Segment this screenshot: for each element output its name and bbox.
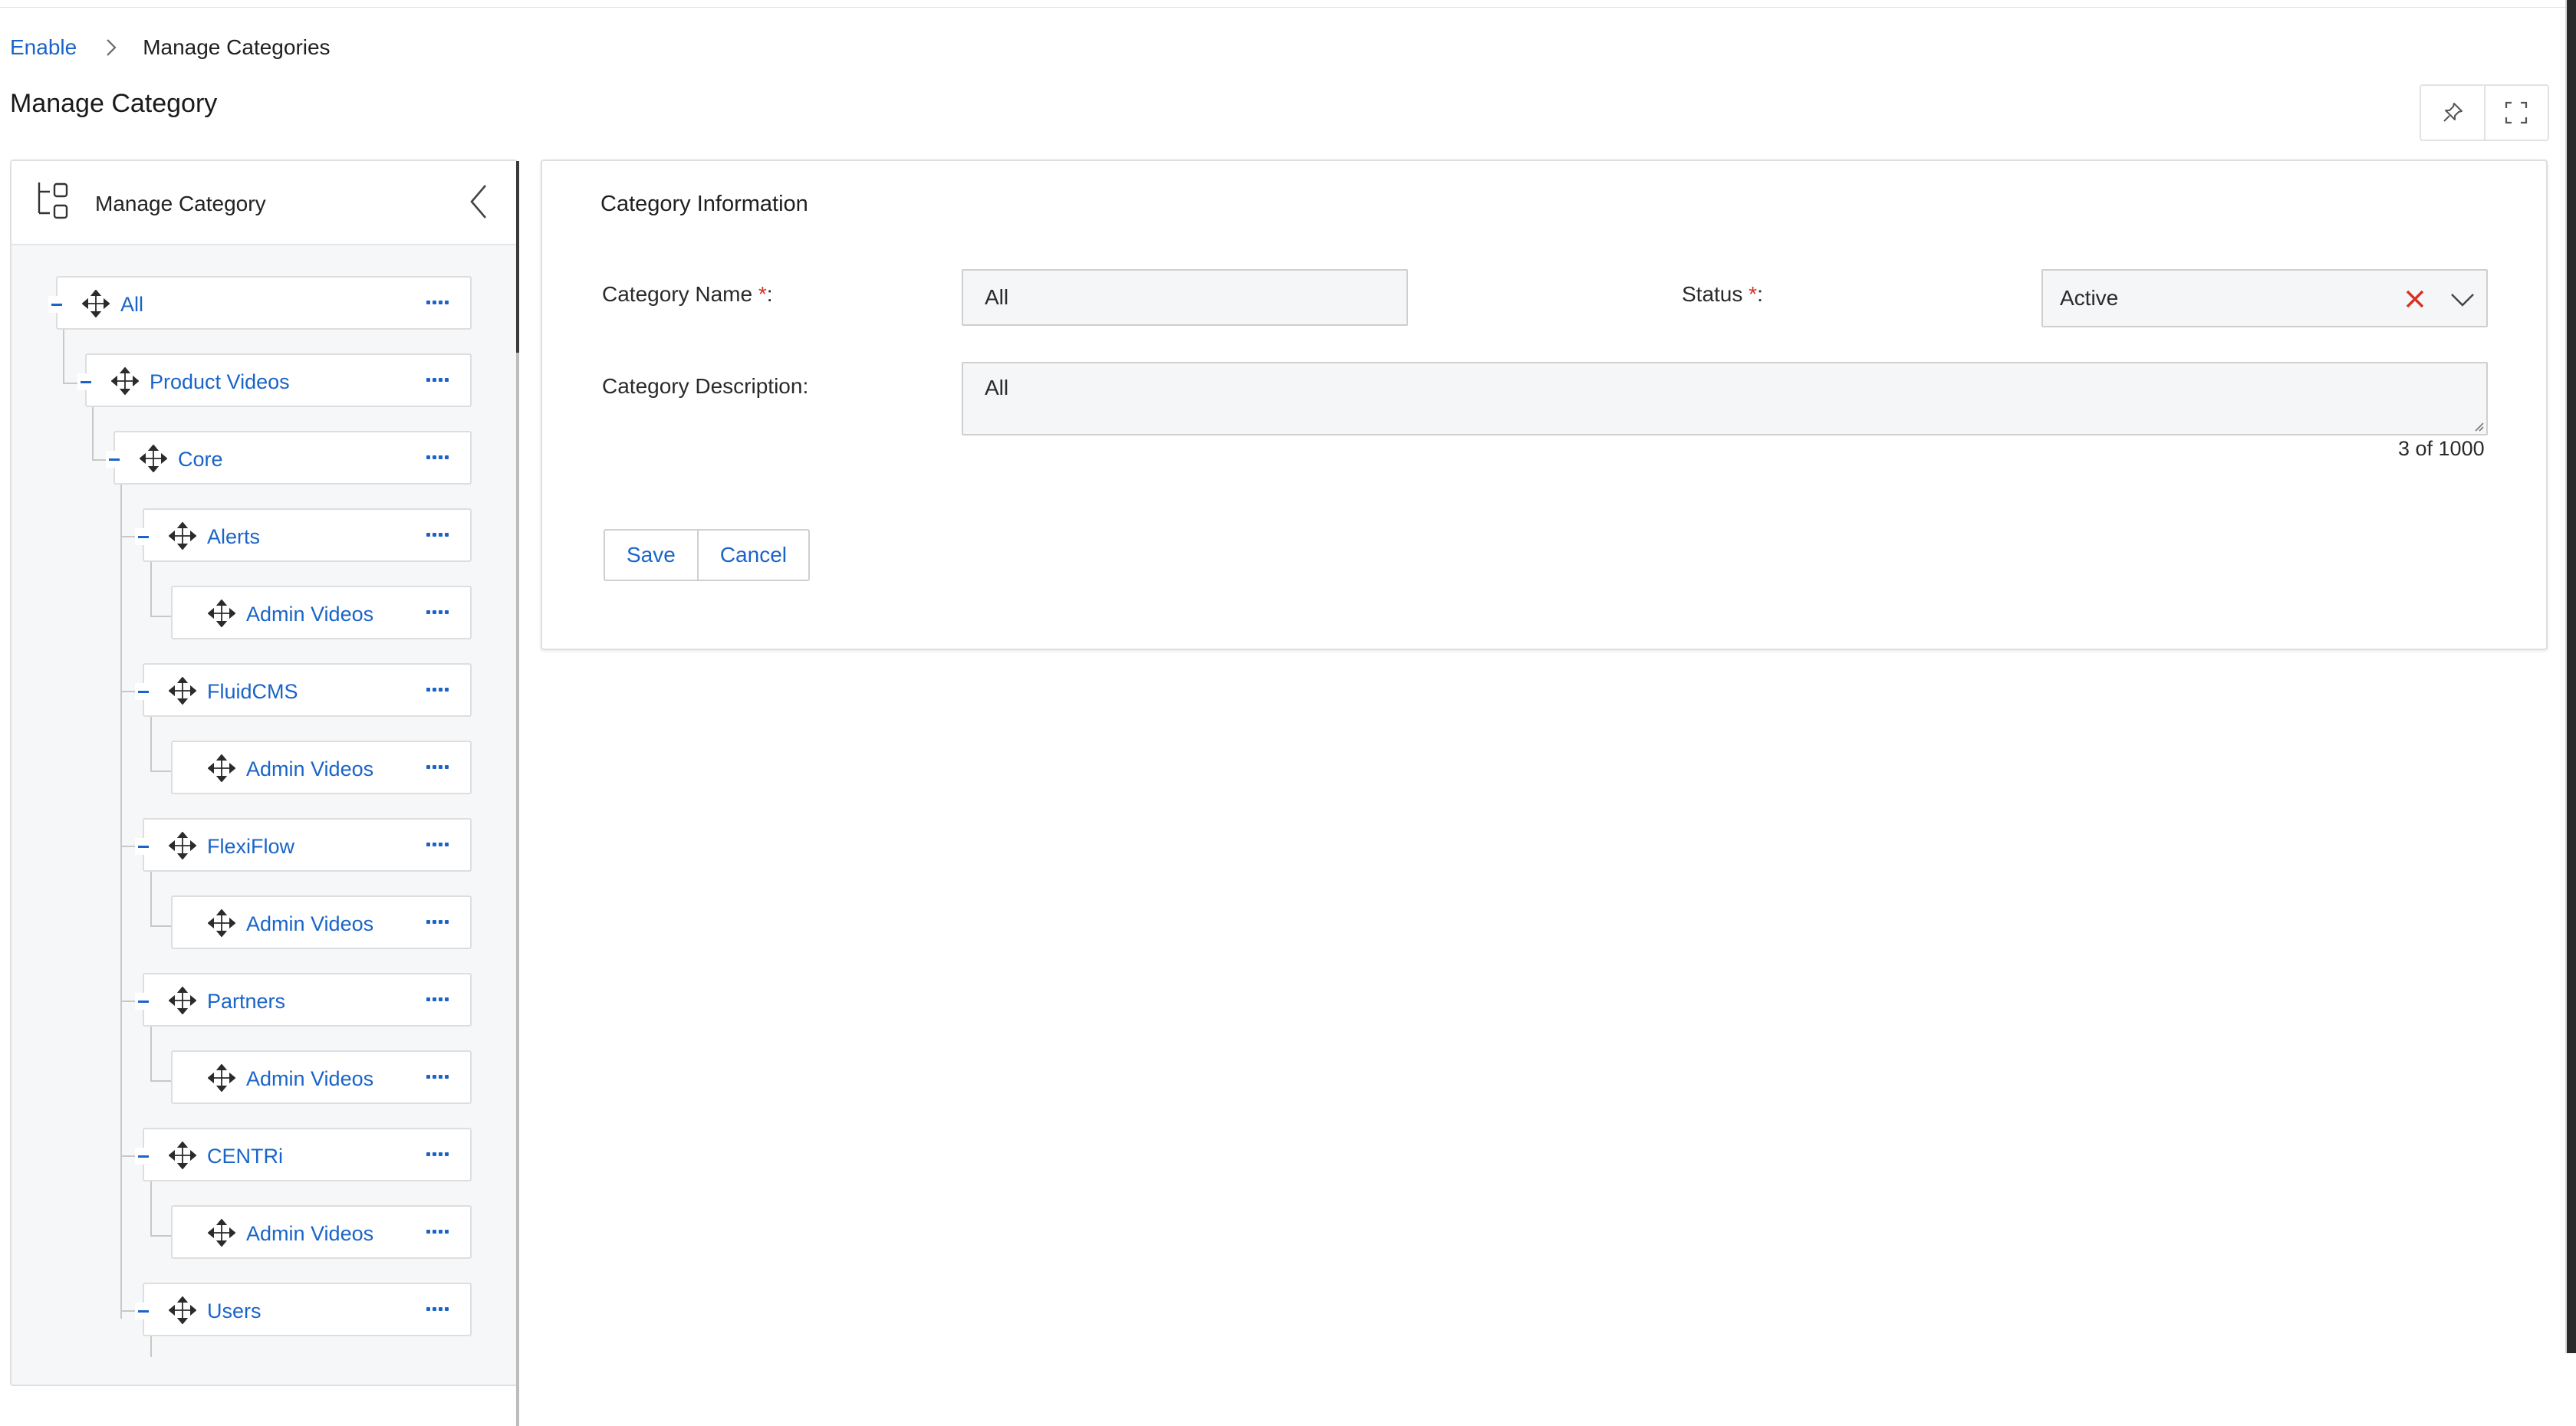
tree-node-label[interactable]: CENTRi — [207, 1145, 283, 1168]
drag-move-icon[interactable] — [208, 754, 235, 782]
drag-move-icon[interactable] — [169, 832, 196, 859]
tree-node[interactable]: CENTRi — [135, 1128, 472, 1181]
collapse-node-icon[interactable] — [135, 528, 152, 545]
tree-node[interactable]: Alerts — [135, 508, 472, 562]
window-scrollbar[interactable] — [2565, 0, 2576, 1353]
tree-node[interactable]: Users — [135, 1283, 472, 1336]
tree-node-label[interactable]: Admin Videos — [246, 1222, 373, 1246]
category-name-input[interactable]: All — [962, 269, 1408, 326]
drag-move-icon[interactable] — [169, 1296, 196, 1324]
resize-grip-icon[interactable] — [2471, 419, 2485, 432]
tree-node-label[interactable]: Product Videos — [150, 370, 290, 394]
breadcrumb-current: Manage Categories — [143, 35, 331, 59]
more-options-icon[interactable] — [426, 1230, 449, 1234]
category-name-value: All — [985, 285, 1009, 309]
drag-move-icon[interactable] — [140, 445, 167, 472]
tree-node-label[interactable]: Users — [207, 1300, 262, 1323]
page-title: Manage Category — [10, 89, 218, 118]
more-options-icon[interactable] — [426, 533, 449, 537]
drag-move-icon[interactable] — [208, 600, 235, 627]
more-options-icon[interactable] — [426, 378, 449, 382]
tree-node[interactable]: Product Videos — [77, 353, 472, 407]
tree-node-label[interactable]: Admin Videos — [246, 912, 373, 936]
drag-move-icon[interactable] — [208, 1064, 235, 1092]
top-divider — [0, 7, 2576, 8]
tree-node[interactable]: FlexiFlow — [135, 818, 472, 872]
collapse-node-icon[interactable] — [135, 1148, 152, 1165]
clear-icon[interactable] — [2403, 288, 2426, 310]
more-options-icon[interactable] — [426, 997, 449, 1001]
drag-move-icon[interactable] — [82, 290, 110, 317]
more-options-icon[interactable] — [426, 455, 449, 459]
more-options-icon[interactable] — [426, 920, 449, 924]
more-options-icon[interactable] — [426, 301, 449, 304]
drag-move-icon[interactable] — [169, 522, 196, 550]
tree-node-label[interactable]: Core — [178, 448, 223, 472]
pin-button[interactable] — [2421, 86, 2484, 140]
category-description-value: All — [985, 376, 1009, 399]
tree-node-label[interactable]: Admin Videos — [246, 1067, 373, 1091]
drag-move-icon[interactable] — [111, 367, 139, 395]
tree-node-label[interactable]: Alerts — [207, 525, 260, 549]
section-title: Category Information — [600, 192, 808, 216]
collapse-node-icon[interactable] — [135, 1303, 152, 1319]
chevron-right-icon — [107, 39, 117, 56]
tree-node[interactable]: All — [48, 276, 472, 330]
drag-move-icon[interactable] — [169, 987, 196, 1014]
tree-node[interactable]: Admin Videos — [171, 1050, 472, 1104]
tree-node[interactable]: Admin Videos — [171, 895, 472, 949]
save-button[interactable]: Save — [605, 531, 697, 580]
more-options-icon[interactable] — [426, 688, 449, 692]
breadcrumb: Enable Manage Categories — [10, 31, 331, 64]
fullscreen-icon — [2505, 101, 2528, 124]
tree-node[interactable]: Admin Videos — [171, 586, 472, 639]
status-value: Active — [2060, 286, 2119, 310]
tree-node-label[interactable]: Partners — [207, 990, 285, 1014]
more-options-icon[interactable] — [426, 1307, 449, 1311]
collapse-node-icon[interactable] — [48, 296, 65, 313]
collapse-node-icon[interactable] — [135, 993, 152, 1010]
tree-node[interactable]: Core — [106, 431, 472, 485]
category-information-card: Category Information Category Name *: Al… — [541, 159, 2548, 650]
collapse-node-icon[interactable] — [135, 838, 152, 855]
category-name-label: Category Name *: — [602, 282, 773, 306]
category-tree-panel: Manage Category All Product Videos Core Ale… — [10, 159, 519, 1426]
tree-node-label[interactable]: All — [120, 293, 143, 317]
tree-node[interactable]: Admin Videos — [171, 741, 472, 794]
page-toolbar — [2420, 84, 2549, 141]
cancel-button[interactable]: Cancel — [696, 531, 808, 580]
status-label: Status *: — [1682, 282, 1763, 306]
category-description-textarea[interactable]: All — [962, 362, 2488, 435]
more-options-icon[interactable] — [426, 1152, 449, 1156]
drag-move-icon[interactable] — [208, 1219, 235, 1247]
tree-node-label[interactable]: Admin Videos — [246, 757, 373, 781]
more-options-icon[interactable] — [426, 610, 449, 614]
status-select[interactable]: Active — [2041, 269, 2488, 327]
collapse-node-icon[interactable] — [106, 451, 123, 468]
pin-icon — [2443, 103, 2462, 122]
tree-node[interactable]: Partners — [135, 973, 472, 1027]
tree-node-label[interactable]: FluidCMS — [207, 680, 298, 704]
drag-move-icon[interactable] — [169, 677, 196, 705]
more-options-icon[interactable] — [426, 1075, 449, 1079]
tree-node-label[interactable]: Admin Videos — [246, 603, 373, 626]
breadcrumb-link-enable[interactable]: Enable — [10, 35, 77, 60]
fullscreen-button[interactable] — [2483, 86, 2548, 140]
tree-node-label[interactable]: FlexiFlow — [207, 835, 294, 859]
drag-move-icon[interactable] — [208, 909, 235, 937]
collapse-node-icon[interactable] — [77, 373, 94, 390]
form-actions: Save Cancel — [604, 529, 810, 581]
chevron-down-icon[interactable] — [2449, 289, 2476, 310]
collapse-node-icon[interactable] — [135, 683, 152, 700]
tree-node[interactable]: FluidCMS — [135, 663, 472, 717]
more-options-icon[interactable] — [426, 843, 449, 846]
character-counter: 3 of 1000 — [2398, 437, 2485, 460]
more-options-icon[interactable] — [426, 765, 449, 769]
drag-move-icon[interactable] — [169, 1142, 196, 1169]
tree-node[interactable]: Admin Videos — [171, 1205, 472, 1259]
category-description-label: Category Description: — [602, 374, 809, 398]
